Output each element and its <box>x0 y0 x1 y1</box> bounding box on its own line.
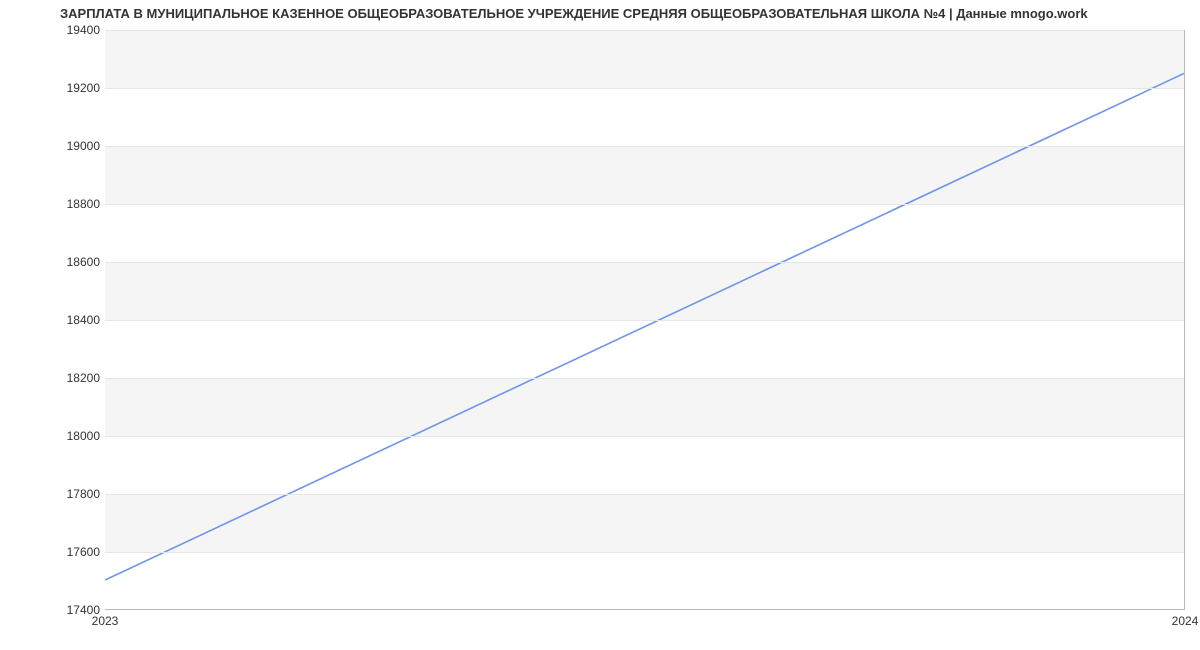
y-tick-label: 19400 <box>40 23 100 37</box>
gridline <box>105 378 1184 379</box>
y-tick-label: 17800 <box>40 487 100 501</box>
gridline <box>105 88 1184 89</box>
gridline <box>105 552 1184 553</box>
plot-area <box>105 30 1185 610</box>
chart-title: ЗАРПЛАТА В МУНИЦИПАЛЬНОЕ КАЗЕННОЕ ОБЩЕОБ… <box>60 6 1190 21</box>
x-tick-label: 2023 <box>92 614 119 628</box>
gridline <box>105 494 1184 495</box>
y-tick-label: 19000 <box>40 139 100 153</box>
gridline <box>105 320 1184 321</box>
chart-container: ЗАРПЛАТА В МУНИЦИПАЛЬНОЕ КАЗЕННОЕ ОБЩЕОБ… <box>0 0 1200 650</box>
y-tick-label: 18400 <box>40 313 100 327</box>
y-tick-label: 18600 <box>40 255 100 269</box>
gridline <box>105 204 1184 205</box>
gridline <box>105 436 1184 437</box>
gridline <box>105 262 1184 263</box>
y-tick-label: 19200 <box>40 81 100 95</box>
gridline <box>105 146 1184 147</box>
y-tick-label: 17600 <box>40 545 100 559</box>
y-tick-label: 18200 <box>40 371 100 385</box>
y-tick-label: 18000 <box>40 429 100 443</box>
x-tick-label: 2024 <box>1172 614 1199 628</box>
gridline <box>105 30 1184 31</box>
y-tick-label: 18800 <box>40 197 100 211</box>
